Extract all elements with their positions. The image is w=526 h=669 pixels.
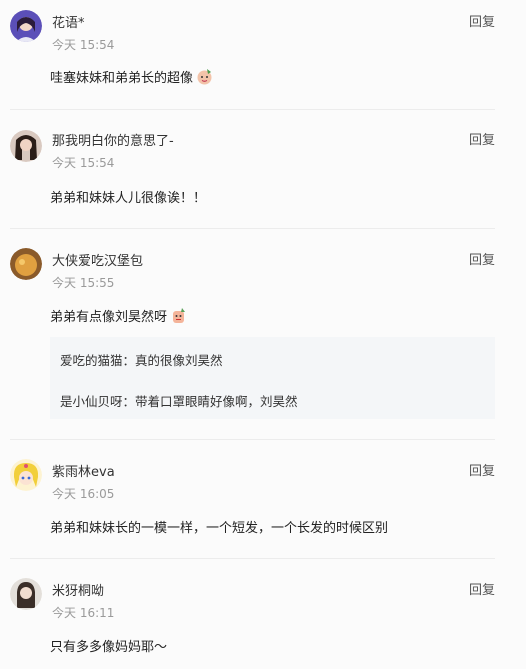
comment-author[interactable]: 米犽桐呦 [52, 580, 104, 599]
emoji-sticker-icon [170, 307, 187, 324]
comment-text-content: 弟弟有点像刘昊然呀 [50, 310, 168, 325]
comment-text: 哇塞妹妹和弟弟长的超像 [50, 67, 213, 86]
avatar[interactable] [10, 248, 42, 280]
comment-item: 花语* 今天 15:54 回复 哇塞妹妹和弟弟长的超像 [10, 0, 495, 110]
sub-reply[interactable]: 是小仙贝呀：带着口罩眼睛好像啊，刘昊然 [60, 391, 298, 410]
comment-text: 弟弟和妹妹人儿很像诶！！ [50, 191, 207, 206]
sub-reply-author[interactable]: 是小仙贝呀 [60, 394, 123, 409]
comment-author[interactable]: 紫雨林eva [52, 461, 115, 480]
emoji-sticker-icon [196, 68, 213, 85]
comment-author[interactable]: 花语* [52, 12, 85, 31]
sub-reply[interactable]: 爱吃的猫猫：真的很像刘昊然 [60, 350, 223, 369]
reply-button[interactable]: 回复 [469, 11, 495, 30]
comment-time: 今天 16:05 [52, 487, 115, 501]
comment-text-content: 哇塞妹妹和弟弟长的超像 [50, 71, 194, 86]
comment-time: 今天 16:11 [52, 606, 115, 620]
sub-reply-separator: ： [122, 394, 136, 409]
reply-button[interactable]: 回复 [469, 579, 495, 598]
comment-author[interactable]: 大侠爱吃汉堡包 [52, 250, 143, 269]
sub-reply-text: 真的很像刘昊然 [135, 353, 223, 368]
reply-button[interactable]: 回复 [469, 460, 495, 479]
avatar[interactable] [10, 459, 42, 491]
comment-time: 今天 15:55 [52, 276, 115, 290]
reply-button[interactable]: 回复 [469, 129, 495, 148]
comment-author[interactable]: 那我明白你的意思了- [52, 130, 174, 149]
comment-text: 只有多多像妈妈耶～ [50, 640, 168, 655]
reply-button[interactable]: 回复 [469, 249, 495, 268]
comment-item: 那我明白你的意思了- 今天 15:54 回复 弟弟和妹妹人儿很像诶！！ [10, 110, 495, 228]
comment-time: 今天 15:54 [52, 156, 115, 170]
comment-text: 弟弟和妹妹长的一模一样，一个短发，一个长发的时候区别 [50, 521, 389, 536]
sub-reply-text: 带着口罩眼睛好像啊，刘昊然 [135, 394, 298, 409]
comment-time: 今天 15:54 [52, 38, 115, 52]
sub-reply-author[interactable]: 爱吃的猫猫 [60, 353, 123, 368]
avatar[interactable] [10, 10, 42, 42]
sub-replies: 爱吃的猫猫：真的很像刘昊然 是小仙贝呀：带着口罩眼睛好像啊，刘昊然 [50, 337, 495, 419]
comment-item: 大侠爱吃汉堡包 今天 15:55 回复 弟弟有点像刘昊然呀 爱吃的猫猫：真的很像… [10, 229, 495, 439]
avatar[interactable] [10, 578, 42, 610]
comment-text: 弟弟有点像刘昊然呀 [50, 306, 187, 325]
comment-item: 紫雨林eva 今天 16:05 回复 弟弟和妹妹长的一模一样，一个短发，一个长发… [10, 440, 495, 558]
comment-item: 米犽桐呦 今天 16:11 回复 只有多多像妈妈耶～ [10, 559, 495, 669]
sub-reply-separator: ： [122, 353, 136, 368]
avatar[interactable] [10, 130, 42, 162]
